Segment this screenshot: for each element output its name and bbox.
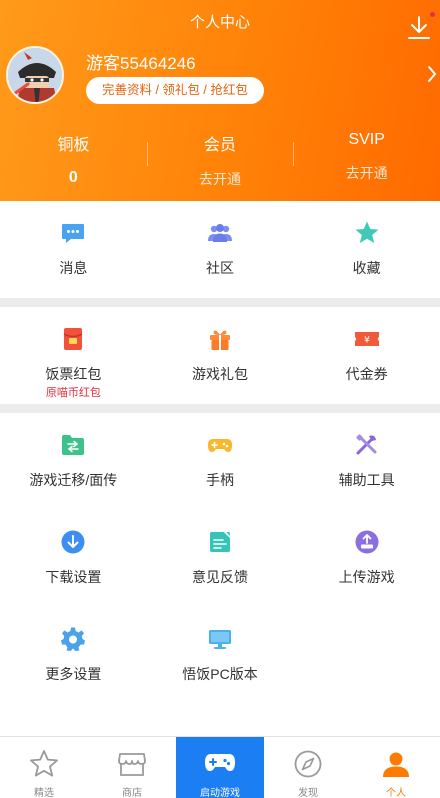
gamepad-launch-icon [205, 754, 235, 771]
tab-launch-game[interactable]: 启动游戏 [176, 737, 264, 798]
stat-label: SVIP [348, 131, 385, 148]
menu-upload-game[interactable]: 上传游戏 [293, 510, 440, 607]
profile-header: 个人中心 游客55464246 完善资料 / 领礼包 / 抢红包 铜板 0 会员… [0, 0, 440, 201]
username: 游客55464246 [86, 54, 196, 73]
stat-label: 会员 [204, 137, 237, 154]
menu-label: 消息 [59, 260, 88, 276]
menu-game-gift[interactable]: 游戏礼包 [147, 307, 294, 404]
avatar[interactable] [6, 46, 64, 104]
menu-label: 意见反馈 [191, 569, 248, 585]
gift-icon [209, 330, 230, 350]
store-icon [118, 753, 146, 776]
star-icon [355, 221, 379, 243]
feedback-icon [209, 531, 231, 552]
menu-messages[interactable]: 消息 [0, 201, 147, 298]
tab-discover[interactable]: 发现 [264, 737, 352, 798]
menu-favorites[interactable]: 收藏 [293, 201, 440, 298]
stat-label: 铜板 [57, 137, 90, 154]
menu-gamepad[interactable]: 手柄 [147, 413, 294, 510]
menu-game-transfer[interactable]: 游戏迁移/面传 [0, 413, 147, 510]
menu-label: 饭票红包 [45, 366, 102, 382]
menu-label: 收藏 [352, 260, 381, 276]
menu-label: 代金券 [345, 366, 388, 382]
stat-coins[interactable]: 铜板 0 [0, 127, 147, 187]
menu-label: 社区 [205, 260, 234, 276]
tab-label: 发现 [298, 788, 318, 798]
tab-label: 启动游戏 [200, 788, 240, 798]
tab-label: 精选 [34, 788, 54, 798]
tab-profile[interactable]: 个人 [352, 737, 440, 798]
menu-label: 悟饭PC版本 [182, 666, 258, 682]
download-icon[interactable] [406, 14, 432, 42]
menu-label: 游戏礼包 [191, 366, 248, 382]
page-title: 个人中心 [189, 14, 250, 31]
menu-label: 游戏迁移/面传 [29, 472, 118, 488]
menu-label: 更多设置 [45, 666, 102, 682]
tab-featured[interactable]: 精选 [0, 737, 88, 798]
menu-label: 手柄 [205, 472, 234, 488]
stat-value: 去开通 [345, 165, 388, 181]
bottom-tab-bar: 精选 商店 启动游戏 发现 个人 [0, 736, 440, 798]
chevron-right-icon[interactable] [426, 64, 438, 84]
gamepad-icon [207, 439, 232, 452]
menu-label: 下载设置 [45, 569, 102, 585]
section-tools: 游戏迁移/面传 手柄 辅助工具 下载设置 意见反馈 上传游戏 更多设置 悟饭PC… [0, 413, 440, 736]
upload-icon [355, 530, 379, 554]
settings-gear-icon [61, 627, 86, 651]
pc-monitor-icon [208, 630, 231, 649]
transfer-icon [62, 435, 85, 455]
person-icon [383, 752, 409, 777]
complete-profile-button[interactable]: 完善资料 / 领礼包 / 抢红包 [86, 77, 264, 104]
tab-label: 商店 [122, 788, 142, 798]
menu-more-settings[interactable]: 更多设置 [0, 607, 147, 704]
menu-tools[interactable]: 辅助工具 [293, 413, 440, 510]
menu-label: 辅助工具 [338, 472, 395, 488]
menu-feedback[interactable]: 意见反馈 [147, 510, 294, 607]
stats-row: 铜板 0 会员 去开通 SVIP 去开通 [0, 127, 440, 187]
section-rewards: 饭票红包 原喵币红包 游戏礼包 ¥ 代金券 [0, 307, 440, 404]
svg-text:¥: ¥ [364, 336, 370, 346]
compass-icon [294, 750, 322, 778]
red-packet-icon [63, 328, 83, 350]
menu-pc-version[interactable]: 悟饭PC版本 [147, 607, 294, 704]
menu-voucher[interactable]: ¥ 代金券 [293, 307, 440, 404]
stat-value: 0 [68, 169, 78, 186]
stat-member[interactable]: 会员 去开通 [146, 127, 294, 187]
message-icon [62, 224, 85, 243]
menu-label: 上传游戏 [338, 569, 395, 585]
notification-dot [430, 12, 435, 17]
menu-sublabel: 原喵币红包 [45, 387, 101, 399]
stat-value: 去开通 [199, 171, 241, 187]
section-social: 消息 社区 收藏 [0, 201, 440, 298]
menu-download-settings[interactable]: 下载设置 [0, 510, 147, 607]
menu-community[interactable]: 社区 [147, 201, 294, 298]
tab-store[interactable]: 商店 [88, 737, 176, 798]
tab-label: 个人 [386, 788, 406, 798]
voucher-icon: ¥ [354, 332, 379, 346]
download-settings-icon [61, 530, 85, 554]
star-outline-icon [30, 750, 58, 777]
tools-icon [356, 434, 377, 455]
community-icon [207, 224, 232, 242]
menu-red-packet[interactable]: 饭票红包 原喵币红包 [0, 307, 147, 404]
stat-svip[interactable]: SVIP 去开通 [293, 127, 440, 187]
